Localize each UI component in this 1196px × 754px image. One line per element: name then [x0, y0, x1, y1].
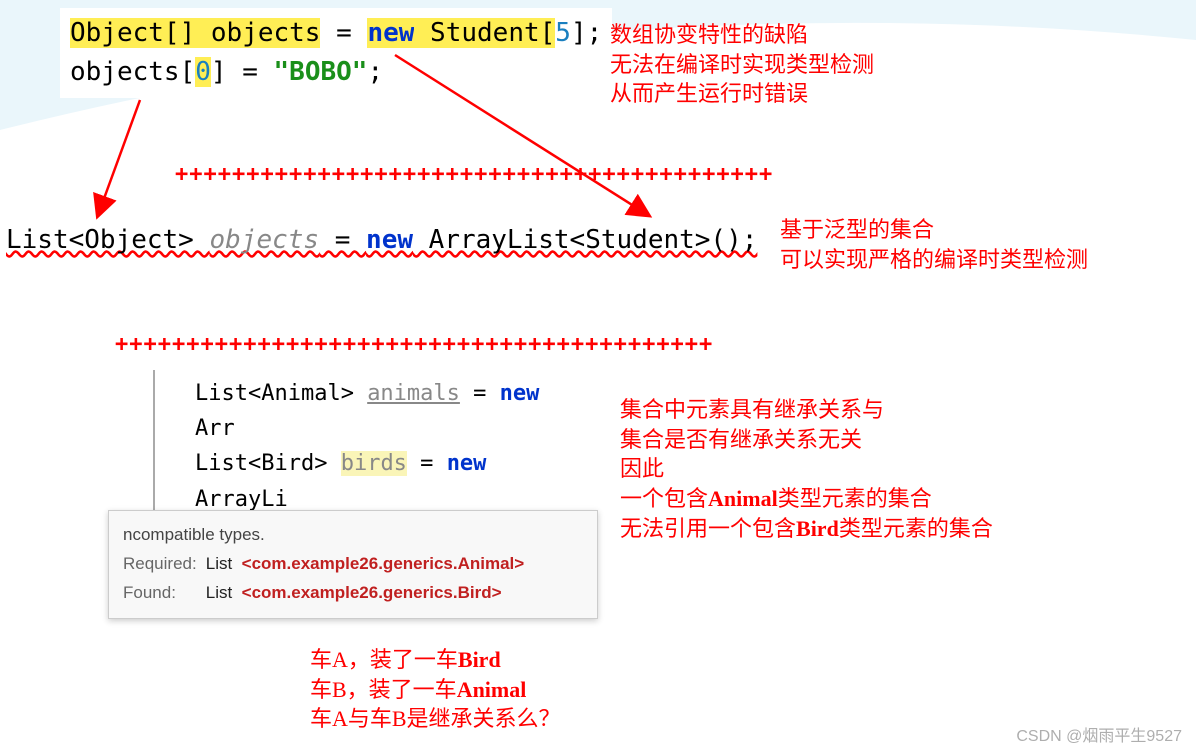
- code-text: ArrayLi: [195, 487, 288, 512]
- divider: ++++++++++++++++++++++++++++++++++++++++…: [175, 162, 773, 187]
- variable-name: objects: [211, 18, 321, 48]
- code-text: =: [407, 451, 447, 476]
- code-block-generic-list: List<Object> objects = new ArrayList<Stu…: [6, 225, 757, 255]
- number-literal: 5: [555, 18, 571, 48]
- tooltip-label: Found:: [123, 579, 201, 608]
- tooltip-label: Required:: [123, 550, 201, 579]
- note-line: 无法在编译时实现类型检测: [610, 50, 874, 80]
- question-line: 车A与车B是继承关系么？: [310, 704, 561, 734]
- annotation-array-flaw: 数组协变特性的缺陷 无法在编译时实现类型检测 从而产生运行时错误: [610, 20, 874, 109]
- variable-name: animals: [367, 381, 460, 406]
- code-text: ;: [367, 57, 383, 87]
- question-line: 车B，装了一车Animal: [310, 675, 561, 705]
- watermark: CSDN @烟雨平生9527: [1016, 722, 1182, 746]
- keyword-new: new: [366, 225, 413, 255]
- note-line: 基于泛型的集合: [780, 215, 1088, 245]
- code-text: Student[: [414, 18, 555, 48]
- question-line: 车A，装了一车Bird: [310, 645, 561, 675]
- annotation-generic-benefit: 基于泛型的集合 可以实现严格的编译时类型检测: [780, 215, 1088, 274]
- code-text: =: [320, 18, 367, 48]
- code-line: List<Animal> animals = new Arr: [195, 376, 587, 446]
- code-text: ArrayList<Student>();: [413, 225, 757, 255]
- note-line: 无法引用一个包含Bird类型元素的集合: [620, 514, 993, 544]
- code-text: Arr: [195, 416, 235, 441]
- code-text: [: [180, 57, 196, 87]
- keyword-new: new: [367, 18, 414, 48]
- tooltip-title: ncompatible types.: [123, 521, 583, 550]
- note-line: 一个包含Animal类型元素的集合: [620, 484, 993, 514]
- tooltip-package: <com.example26.generics.Animal>: [242, 554, 525, 573]
- tooltip-found-row: Found: List <com.example26.generics.Bird…: [123, 579, 583, 608]
- variable-name: birds: [341, 451, 407, 476]
- string-literal: "BOBO": [274, 57, 368, 87]
- error-tooltip: ncompatible types. Required: List <com.e…: [108, 510, 598, 619]
- annotation-inheritance: 集合中元素具有继承关系与 集合是否有继承关系无关 因此 一个包含Animal类型…: [620, 395, 993, 543]
- keyword-new: new: [500, 381, 540, 406]
- rhetorical-question: 车A，装了一车Bird 车B，装了一车Animal 车A与车B是继承关系么？: [310, 645, 561, 734]
- code-text: Object[]: [70, 18, 211, 48]
- divider: ++++++++++++++++++++++++++++++++++++++++…: [115, 332, 713, 357]
- keyword-new: new: [447, 451, 487, 476]
- tooltip-package: <com.example26.generics.Bird>: [242, 583, 502, 602]
- note-line: 可以实现严格的编译时类型检测: [780, 245, 1088, 275]
- note-line: 因此: [620, 454, 993, 484]
- variable-name: objects: [210, 225, 320, 255]
- code-line: objects[0] = "BOBO";: [70, 53, 602, 92]
- code-text: =: [460, 381, 500, 406]
- variable-name: objects: [70, 57, 180, 87]
- tooltip-required-row: Required: List <com.example26.generics.A…: [123, 550, 583, 579]
- note-line: 从而产生运行时错误: [610, 79, 874, 109]
- code-text: =: [319, 225, 366, 255]
- number-literal: 0: [195, 57, 211, 87]
- code-text: List<Animal>: [195, 381, 367, 406]
- code-text: List<Bird>: [195, 451, 341, 476]
- code-line: Object[] objects = new Student[5];: [70, 14, 602, 53]
- note-line: 数组协变特性的缺陷: [610, 20, 874, 50]
- code-text: ];: [571, 18, 602, 48]
- note-line: 集合中元素具有继承关系与: [620, 395, 993, 425]
- tooltip-type: List: [206, 583, 232, 602]
- code-line: List<Bird> birds = new ArrayLi: [195, 446, 587, 516]
- code-text: ] =: [211, 57, 274, 87]
- note-line: 集合是否有继承关系无关: [620, 425, 993, 455]
- code-text: List<Object>: [6, 225, 210, 255]
- tooltip-type: List: [206, 554, 232, 573]
- code-block-array-covariance: Object[] objects = new Student[5]; objec…: [60, 8, 612, 98]
